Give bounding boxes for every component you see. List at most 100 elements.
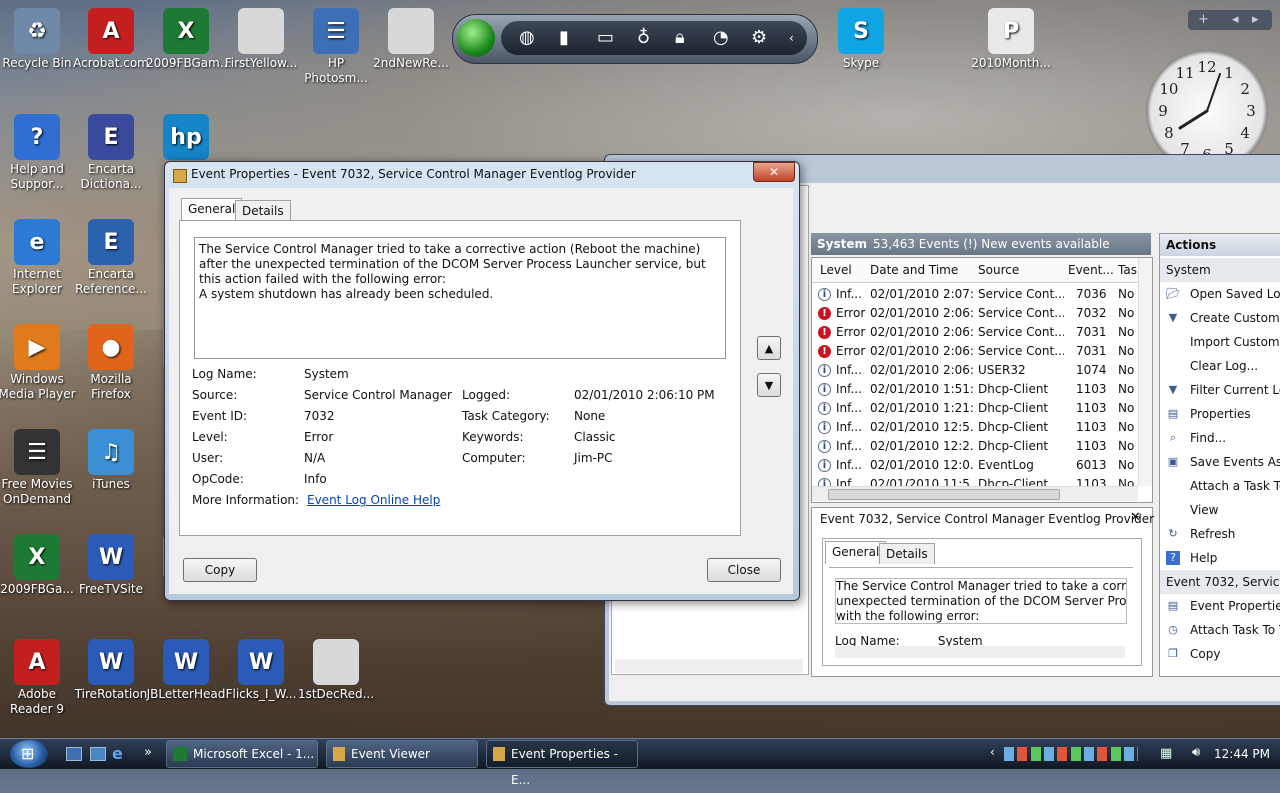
more-info-label: More Information:: [192, 493, 300, 507]
desktop-icon[interactable]: ☰ HP Photosm...: [296, 4, 376, 86]
volume-icon[interactable]: 🔊︎: [1192, 745, 1200, 760]
action-item[interactable]: View: [1160, 498, 1280, 522]
tray-expand-icon[interactable]: ‹: [990, 745, 995, 759]
taskbar-excel[interactable]: Microsoft Excel - 1...: [166, 740, 318, 768]
tray-app-icons[interactable]: [1004, 747, 1138, 761]
prev-icon[interactable]: ◂: [1232, 10, 1239, 30]
action-item[interactable]: ❐ Copy: [1160, 642, 1280, 666]
log-summary: 53,463 Events (!) New events available: [873, 237, 1110, 251]
detail-tab-details[interactable]: Details: [879, 543, 935, 564]
desktop-icon[interactable]: S Skype: [821, 4, 901, 71]
desktop-icon[interactable]: 2ndNewRe...: [371, 4, 451, 71]
desktop-icon[interactable]: W Flicks_I_W...: [221, 635, 301, 702]
desktop-icon[interactable]: ? Help and Suppor...: [0, 110, 77, 192]
action-item[interactable]: ◷ Attach Task To T: [1160, 618, 1280, 642]
event-row[interactable]: i Inf... 02/01/2010 12:0... EventLog 6013 No: [812, 456, 1134, 475]
col-source[interactable]: Source: [978, 258, 1019, 282]
close-window-button[interactable]: ✕: [753, 162, 795, 182]
col-task[interactable]: Tas: [1118, 258, 1137, 282]
action-item[interactable]: ▣ Save Events As...: [1160, 450, 1280, 474]
desktop-icon[interactable]: W JBLetterHead: [146, 635, 226, 702]
action-item[interactable]: ▤ Properties: [1160, 402, 1280, 426]
detail-hscroll[interactable]: [835, 646, 1125, 658]
tree-hscroll[interactable]: [615, 659, 803, 673]
gear-icon[interactable]: ⚙: [751, 21, 767, 55]
event-row[interactable]: i Inf... 02/01/2010 1:51:... Dhcp-Client 110…: [812, 380, 1134, 399]
next-event-button[interactable]: ▼: [757, 373, 781, 397]
action-item[interactable]: Import Custom V: [1160, 330, 1280, 354]
col-event-id[interactable]: Event...: [1068, 258, 1114, 282]
chevron-left-icon[interactable]: ‹: [789, 21, 794, 55]
action-item[interactable]: 📂︎ Open Saved Log...: [1160, 282, 1280, 306]
event-date: 02/01/2010 2:07:...: [870, 287, 974, 301]
desktop-icon[interactable]: A Acrobat.com: [71, 4, 151, 71]
action-item[interactable]: ▼ Filter Current Log: [1160, 378, 1280, 402]
close-button[interactable]: Close: [707, 558, 781, 582]
desktop-icon[interactable]: E Encarta Dictiona...: [71, 110, 151, 192]
detail-close-icon[interactable]: ✕: [1130, 510, 1141, 525]
desktop-icon[interactable]: e Internet Explorer: [0, 215, 77, 297]
dock-orb-icon[interactable]: [457, 19, 495, 57]
tab-details[interactable]: Details: [235, 200, 291, 221]
col-date[interactable]: Date and Time: [870, 258, 958, 282]
dialog-titlebar[interactable]: Event Properties - Event 7032, Service C…: [165, 162, 799, 188]
detail-tab-general[interactable]: General: [825, 541, 887, 564]
action-item[interactable]: Clear Log...: [1160, 354, 1280, 378]
action-item[interactable]: Attach a Task To: [1160, 474, 1280, 498]
desktop-icon[interactable]: ● Mozilla Firefox: [71, 320, 151, 402]
printer-icon[interactable]: ▭: [597, 21, 614, 55]
tab-general[interactable]: General: [181, 198, 243, 221]
action-item[interactable]: ? Help: [1160, 546, 1280, 570]
event-row[interactable]: i Inf... 02/01/2010 12:2... Dhcp-Client 1103…: [812, 437, 1134, 456]
col-level[interactable]: Level: [820, 258, 852, 282]
gauge-icon[interactable]: ◔: [713, 21, 729, 55]
switch-windows-icon[interactable]: [90, 747, 106, 761]
quicklaunch-ie-icon[interactable]: e: [112, 744, 123, 763]
desktop-icon[interactable]: ♻ Recycle Bin: [0, 4, 77, 71]
action-item[interactable]: ▼ Create Custom V: [1160, 306, 1280, 330]
event-row[interactable]: i Inf... 02/01/2010 12:5... Dhcp-Client 1103…: [812, 418, 1134, 437]
network-icon[interactable]: ▦: [1160, 746, 1172, 761]
show-desktop-icon[interactable]: [66, 747, 82, 761]
more-info-link[interactable]: Event Log Online Help: [307, 493, 440, 507]
action-item[interactable]: ↻ Refresh: [1160, 522, 1280, 546]
event-list-hscroll[interactable]: [812, 486, 1138, 501]
desktop-icon[interactable]: 1stDecRed...: [296, 635, 376, 702]
desktop-icon[interactable]: FirstYellow...: [221, 4, 301, 71]
taskbar-event-properties[interactable]: Event Properties - E...: [486, 740, 638, 787]
add-gadget-icon[interactable]: +: [1198, 10, 1209, 30]
desktop-icon[interactable]: ♫ iTunes: [71, 425, 151, 492]
desktop-icon[interactable]: X 2009FBGa...: [0, 530, 77, 597]
globe-icon[interactable]: ◍: [519, 21, 535, 55]
start-button[interactable]: ⊞: [10, 740, 48, 768]
event-row[interactable]: ! Error 02/01/2010 2:06:... Service Cont...…: [812, 304, 1134, 323]
copy-button[interactable]: Copy: [183, 558, 257, 582]
desktop-icon[interactable]: ▶ Windows Media Player: [0, 320, 77, 402]
taskbar-event-viewer[interactable]: Event Viewer: [326, 740, 478, 768]
battery-icon[interactable]: ▮: [559, 21, 569, 55]
desktop-icon[interactable]: W FreeTVSite: [71, 530, 151, 597]
previous-event-button[interactable]: ▲: [757, 336, 781, 360]
lock-icon[interactable]: 🔒︎: [675, 21, 685, 55]
quicklaunch-more-icon[interactable]: »: [144, 745, 152, 760]
action-label: Properties: [1190, 407, 1251, 421]
desktop-icon-label: Help and Suppor...: [10, 162, 64, 191]
bulb-icon[interactable]: ♁: [637, 21, 650, 55]
event-row[interactable]: ! Error 02/01/2010 2:06:... Service Cont...…: [812, 323, 1134, 342]
event-list-vscroll[interactable]: [1138, 258, 1152, 486]
event-row[interactable]: i Inf... 02/01/2010 2:07:... Service Cont..…: [812, 285, 1134, 304]
desktop-icon[interactable]: W TireRotation: [71, 635, 151, 702]
desktop-icon[interactable]: X 2009FBGam...: [146, 4, 231, 71]
desktop-icon[interactable]: A Adobe Reader 9: [0, 635, 77, 717]
clock-time[interactable]: 12:44 PM: [1214, 747, 1270, 761]
action-item[interactable]: ⌕ Find...: [1160, 426, 1280, 450]
next-icon[interactable]: ▸: [1252, 10, 1259, 30]
action-item[interactable]: ▤ Event Properties: [1160, 594, 1280, 618]
desktop-icon[interactable]: ☰ Free Movies OnDemand: [0, 425, 77, 507]
desktop-icon[interactable]: P 2010Month...: [971, 4, 1051, 71]
event-row[interactable]: ! Error 02/01/2010 2:06:... Service Cont...…: [812, 342, 1134, 361]
event-row[interactable]: i Inf... 02/01/2010 1:21:... Dhcp-Client 110…: [812, 399, 1134, 418]
event-row[interactable]: i Inf... 02/01/2010 2:06:... USER32 1074 No: [812, 361, 1134, 380]
desktop-icon[interactable]: E Encarta Reference...: [71, 215, 151, 297]
event-source: Dhcp-Client: [978, 420, 1049, 434]
